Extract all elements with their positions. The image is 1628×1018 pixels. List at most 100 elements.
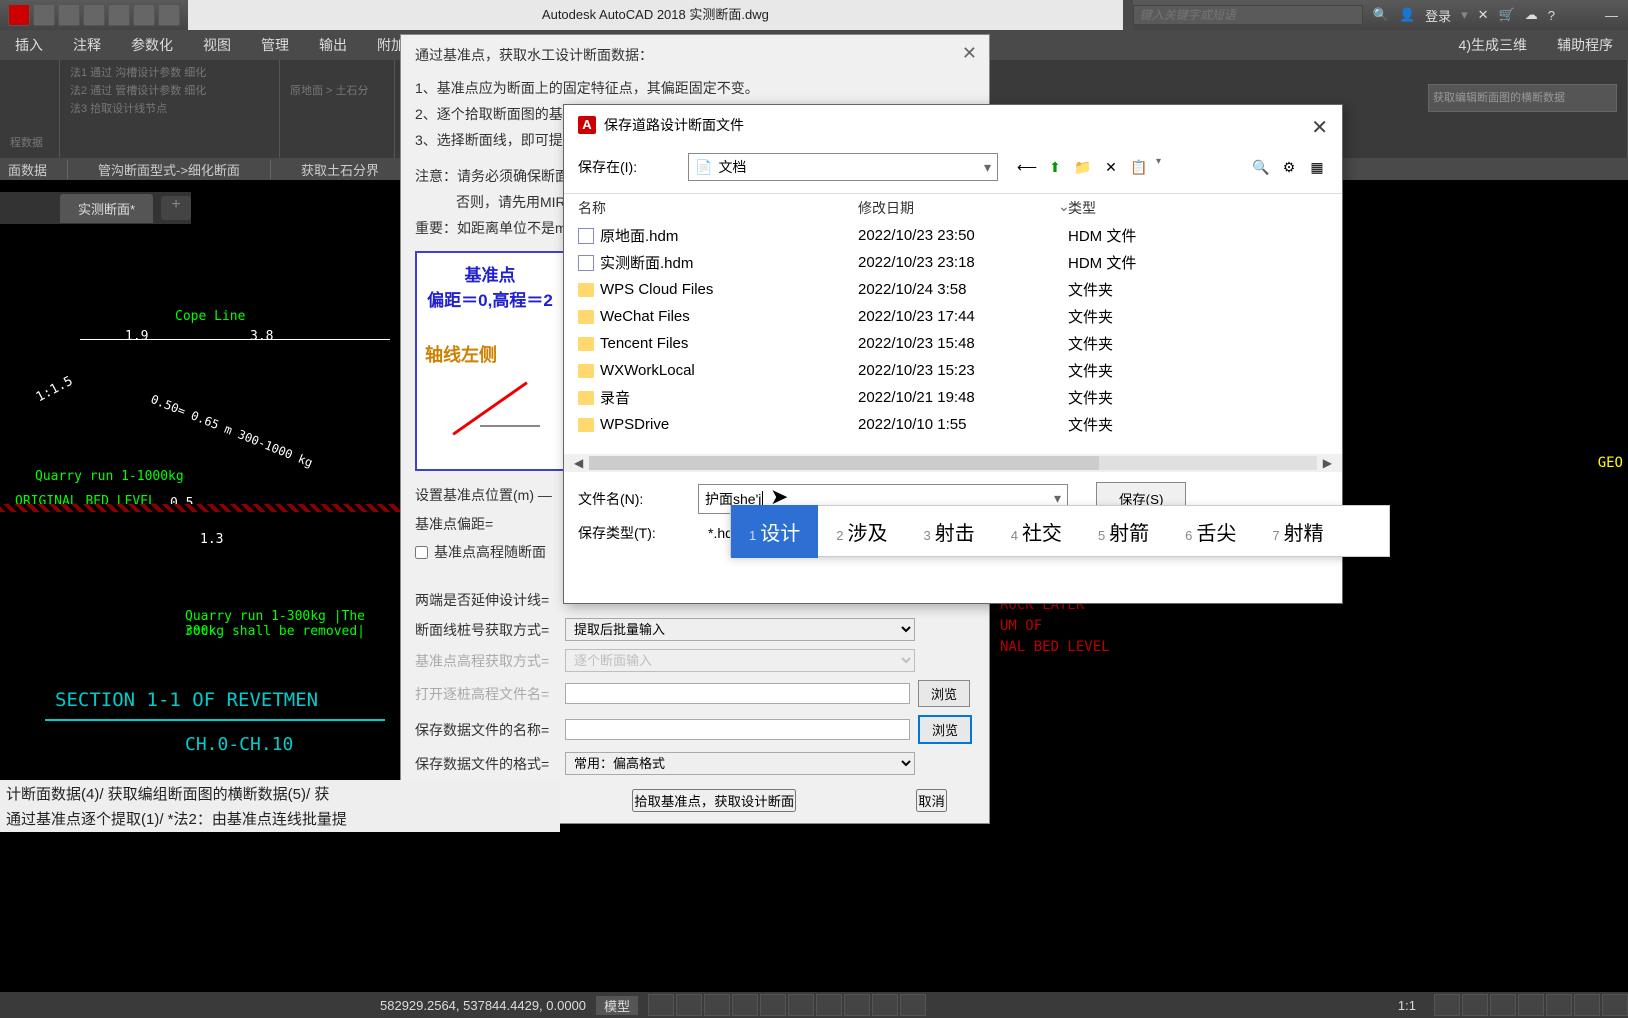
stake-method-select[interactable]: 提取后批量输入 [565, 618, 915, 641]
ribbon-line2[interactable]: 法2 通过 管槽设计参数 细化 [70, 82, 269, 100]
ribbon-btn-getdata[interactable]: 获取编辑断面图的横断数据 [1428, 84, 1617, 112]
menu-parametric[interactable]: 参数化 [116, 35, 188, 55]
horizontal-scrollbar[interactable]: ◀ ▶ [564, 454, 1342, 472]
cleanscreen-icon[interactable] [1574, 994, 1600, 1016]
new-folder-icon[interactable]: 📋 [1128, 156, 1150, 178]
cart-icon[interactable]: 🛒 [1499, 7, 1515, 23]
file-row[interactable]: WPSDrive2022/10/10 1:55文件夹 [564, 411, 1342, 438]
tpy-icon[interactable] [900, 994, 926, 1016]
help-icon[interactable]: ? [1548, 8, 1555, 23]
file-row[interactable]: 原地面.hdm2022/10/23 23:50HDM 文件 [564, 222, 1342, 249]
ime-candidate-2[interactable]: 2涉及 [818, 517, 905, 546]
grid-icon[interactable] [648, 994, 674, 1016]
menu-manage[interactable]: 管理 [246, 35, 304, 55]
menu-3d[interactable]: 4)生成三维 [1444, 35, 1542, 55]
ime-candidate-3[interactable]: 3射击 [905, 517, 992, 546]
polar-icon[interactable] [732, 994, 758, 1016]
login-link[interactable]: 登录 [1425, 6, 1451, 25]
app-menu-icon[interactable] [8, 4, 30, 26]
print-icon[interactable] [108, 4, 130, 26]
views-icon[interactable]: ▦ [1306, 156, 1328, 178]
ime-candidate-bar[interactable]: 1设计 2涉及 3射击 4社交 5射箭 6舌尖 7射精 [730, 505, 1390, 557]
help-search-input[interactable] [1133, 5, 1363, 25]
customize-icon[interactable] [1602, 994, 1628, 1016]
ime-candidate-7[interactable]: 7射精 [1254, 517, 1341, 546]
elevation-follow-checkbox[interactable] [415, 546, 428, 559]
menu-view[interactable]: 视图 [188, 35, 246, 55]
otrack-icon[interactable] [788, 994, 814, 1016]
scroll-right-icon[interactable]: ▶ [1323, 456, 1332, 470]
up-icon[interactable]: ⬆ [1044, 156, 1066, 178]
file-row[interactable]: WPS Cloud Files2022/10/24 3:58文件夹 [564, 276, 1342, 303]
delete-icon[interactable]: ✕ [1100, 156, 1122, 178]
annomonitor-icon[interactable] [1490, 994, 1516, 1016]
search-web-icon[interactable]: 📁 [1072, 156, 1094, 178]
new-tab-button[interactable]: + [161, 196, 191, 220]
menu-helper[interactable]: 辅助程序 [1542, 35, 1628, 55]
exchange-icon[interactable]: ✕ [1478, 7, 1489, 23]
file-row[interactable]: 实测断面.hdm2022/10/23 23:18HDM 文件 [564, 249, 1342, 276]
redo-icon[interactable] [158, 4, 180, 26]
ribbon-line3[interactable]: 法3 拾取设计线节点 [70, 100, 269, 118]
snap-icon[interactable] [676, 994, 702, 1016]
lwt-icon[interactable] [872, 994, 898, 1016]
ime-candidate-6[interactable]: 6舌尖 [1167, 517, 1254, 546]
dyn-icon[interactable] [844, 994, 870, 1016]
menu-insert[interactable]: 插入 [0, 35, 58, 55]
col-name[interactable]: 名称 [578, 198, 858, 218]
open-icon[interactable] [58, 4, 80, 26]
osnap-icon[interactable] [760, 994, 786, 1016]
menu-output[interactable]: 输出 [304, 35, 362, 55]
ducs-icon[interactable] [816, 994, 842, 1016]
canvas-section-title: SECTION 1-1 OF REVETMEN [55, 689, 318, 711]
save-icon[interactable] [83, 4, 105, 26]
menu-annotate[interactable]: 注释 [58, 35, 116, 55]
cloud-icon[interactable]: ☁ [1525, 7, 1538, 23]
pick-basepoint-button[interactable]: 拾取基准点，获取设计断面 [632, 789, 796, 812]
file-row[interactable]: WeChat Files2022/10/23 17:44文件夹 [564, 303, 1342, 330]
open-file-input[interactable] [565, 683, 910, 704]
cancel-button[interactable]: 取消 [916, 789, 947, 812]
drawing-canvas[interactable]: Cope Line 1.9 3.8 1:1.5 0.50= 0.65 m 300… [0, 224, 400, 844]
ime-candidate-5[interactable]: 5射箭 [1080, 517, 1167, 546]
ortho-icon[interactable] [704, 994, 730, 1016]
search-icon[interactable]: 🔍 [1373, 7, 1389, 23]
stake-method-label: 断面线桩号获取方式= [415, 620, 565, 640]
scroll-thumb[interactable] [589, 456, 1099, 470]
isolate-icon[interactable] [1546, 994, 1572, 1016]
user-icon[interactable]: 👤 [1399, 7, 1415, 23]
minimize-icon[interactable]: — [1605, 8, 1618, 23]
close-icon[interactable]: ✕ [962, 43, 977, 64]
file-list[interactable]: 名称 修改日期 ⌄ 类型 原地面.hdm2022/10/23 23:50HDM … [564, 194, 1342, 454]
hardware-icon[interactable] [1518, 994, 1544, 1016]
file-row[interactable]: 录音2022/10/21 19:48文件夹 [564, 384, 1342, 411]
close-icon[interactable]: ✕ [1311, 115, 1328, 140]
preview-icon[interactable]: 🔍 [1250, 156, 1272, 178]
back-icon[interactable]: ⟵ [1016, 156, 1038, 178]
sort-indicator-icon[interactable]: ⌄ [1058, 198, 1068, 218]
ime-candidate-1[interactable]: 1设计 [731, 505, 818, 558]
col-date[interactable]: 修改日期 [858, 198, 1058, 218]
ribbon-line1[interactable]: 法1 通过 沟槽设计参数 细化 [70, 64, 269, 82]
scroll-left-icon[interactable]: ◀ [574, 456, 583, 470]
file-date: 2022/10/23 15:23 [858, 362, 1058, 379]
new-icon[interactable] [33, 4, 55, 26]
ribbon-line4[interactable]: 原地面 > 土石分 [290, 82, 384, 100]
browse-open-button[interactable]: 浏览 [918, 680, 970, 707]
save-file-input[interactable] [565, 719, 910, 740]
save-in-combo[interactable]: 📄 文档 ▾ [688, 153, 998, 181]
drawing-tab-active[interactable]: 实测断面* [60, 194, 153, 223]
annoscale-icon[interactable] [1434, 994, 1460, 1016]
column-headers[interactable]: 名称 修改日期 ⌄ 类型 [564, 194, 1342, 222]
col-type[interactable]: 类型 [1068, 198, 1188, 218]
tools-icon[interactable]: ⚙ [1278, 156, 1300, 178]
workspace-icon[interactable] [1462, 994, 1488, 1016]
ime-candidate-4[interactable]: 4社交 [993, 517, 1080, 546]
file-row[interactable]: WXWorkLocal2022/10/23 15:23文件夹 [564, 357, 1342, 384]
file-row[interactable]: Tencent Files2022/10/23 15:48文件夹 [564, 330, 1342, 357]
model-button[interactable]: 模型 [596, 996, 638, 1015]
browse-save-button[interactable]: 浏览 [918, 715, 972, 744]
scale-display[interactable]: 1:1 [1390, 998, 1424, 1013]
undo-icon[interactable] [133, 4, 155, 26]
format-select[interactable]: 常用：偏高格式 [565, 752, 915, 775]
